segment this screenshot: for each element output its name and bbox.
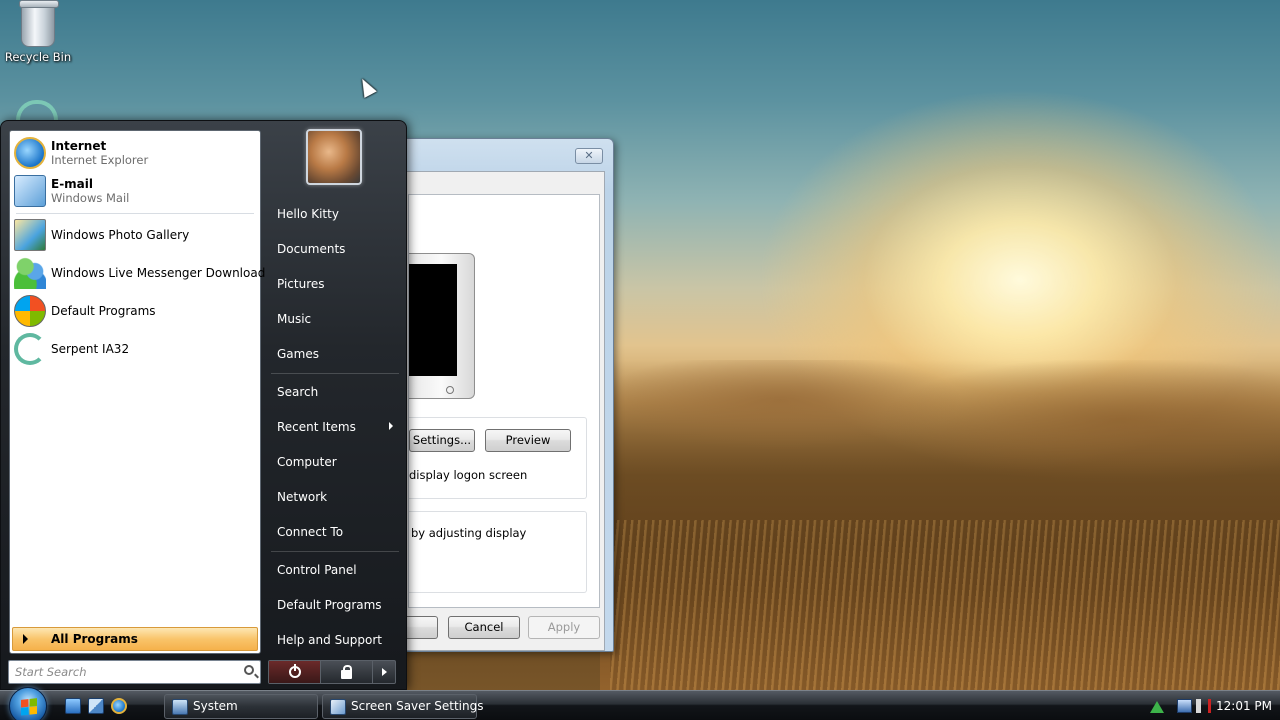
- right-item-network[interactable]: Network: [273, 482, 399, 512]
- power-icon: [289, 664, 301, 678]
- recent-program[interactable]: Default Programs: [14, 293, 258, 329]
- monitor-preview: [409, 253, 475, 399]
- taskbar: System Screen Saver Settings 12:01 PM: [0, 687, 1280, 720]
- shutdown-options-button[interactable]: [373, 661, 395, 683]
- power-button[interactable]: [269, 661, 321, 683]
- pinned-subtitle: Internet Explorer: [51, 153, 149, 167]
- recent-program[interactable]: Windows Live Messenger Download: [14, 255, 265, 291]
- programs-pane: Internet Internet Explorer E-mail Window…: [9, 130, 265, 654]
- search-icon[interactable]: [244, 665, 254, 675]
- power-management-group: by adjusting display: [409, 511, 587, 593]
- dialog-body: Settings... Preview display logon screen…: [401, 171, 605, 651]
- pinned-title: Internet: [51, 139, 107, 153]
- screen-saver-icon: [330, 699, 346, 715]
- right-item-computer[interactable]: Computer: [273, 447, 399, 477]
- start-search-input[interactable]: Start Search: [8, 660, 261, 684]
- screen-saver-group: Settings... Preview display logon screen: [409, 417, 587, 499]
- search-placeholder: Start Search: [15, 665, 87, 679]
- start-button[interactable]: [9, 687, 47, 720]
- taskbar-button-label: System: [193, 699, 238, 713]
- tab-panel: Settings... Preview display logon screen…: [408, 194, 600, 608]
- all-programs-button[interactable]: All Programs: [12, 627, 258, 651]
- messenger-icon: [14, 257, 46, 289]
- system-icon: [172, 699, 188, 715]
- program-label: Windows Live Messenger Download: [51, 266, 266, 280]
- ok-button[interactable]: [402, 616, 438, 639]
- submenu-arrow-icon: [389, 422, 393, 430]
- right-item-help-support[interactable]: Help and Support: [273, 625, 399, 655]
- serpent-desktop-icon[interactable]: [16, 100, 58, 122]
- recycle-bin-icon: [19, 0, 59, 47]
- triangle-right-icon: [23, 634, 28, 644]
- triangle-right-icon: [382, 668, 387, 676]
- mouse-cursor-icon: [356, 75, 377, 98]
- internet-explorer-icon[interactable]: [111, 698, 127, 714]
- logon-screen-text: display logon screen: [409, 468, 528, 482]
- recycle-bin-label: Recycle Bin: [4, 50, 72, 64]
- right-item-games[interactable]: Games: [273, 339, 399, 369]
- right-item-pictures[interactable]: Pictures: [273, 269, 399, 299]
- taskbar-button-screen-saver[interactable]: Screen Saver Settings: [322, 694, 484, 719]
- program-label: Serpent IA32: [51, 342, 130, 356]
- taskbar-button-label: Screen Saver Settings: [351, 699, 484, 713]
- pinned-separator: [16, 213, 254, 214]
- pinned-subtitle: Windows Mail: [51, 191, 130, 205]
- pinned-email[interactable]: E-mail Windows Mail: [14, 173, 258, 209]
- right-item-control-panel[interactable]: Control Panel: [273, 555, 399, 585]
- right-item-documents[interactable]: Documents: [273, 234, 399, 264]
- settings-button[interactable]: Settings...: [409, 429, 475, 452]
- program-label: Windows Photo Gallery: [51, 228, 190, 242]
- right-separator: [271, 551, 399, 552]
- cancel-button[interactable]: Cancel: [448, 616, 520, 639]
- screen-saver-settings-dialog: ✕ Settings... Preview display logon scre…: [392, 138, 614, 652]
- user-picture-icon[interactable]: [306, 129, 362, 185]
- security-icon[interactable]: [1150, 699, 1164, 713]
- network-icon[interactable]: [1177, 699, 1192, 713]
- recent-program[interactable]: Serpent IA32: [14, 331, 258, 367]
- volume-muted-icon[interactable]: [1196, 699, 1211, 713]
- pinned-internet[interactable]: Internet Internet Explorer: [14, 135, 258, 171]
- preview-screen: [409, 264, 457, 376]
- pinned-title: E-mail: [51, 177, 94, 191]
- right-item-default-programs[interactable]: Default Programs: [273, 590, 399, 620]
- monitor-power-icon: [446, 386, 454, 394]
- clock[interactable]: 12:01 PM: [1216, 691, 1272, 720]
- default-programs-icon: [14, 295, 46, 327]
- start-menu: Internet Internet Explorer E-mail Window…: [0, 120, 407, 690]
- right-item-recent-items[interactable]: Recent Items: [273, 412, 399, 442]
- power-text: by adjusting display: [411, 526, 527, 540]
- right-separator: [271, 373, 399, 374]
- right-item-music[interactable]: Music: [273, 304, 399, 334]
- lock-button[interactable]: [321, 661, 373, 683]
- switch-windows-icon[interactable]: [88, 698, 104, 714]
- recycle-bin-desktop-icon[interactable]: Recycle Bin: [0, 0, 76, 64]
- right-item-search[interactable]: Search: [273, 377, 399, 407]
- windows-logo-icon: [21, 698, 37, 716]
- program-label: Default Programs: [51, 304, 156, 318]
- photo-gallery-icon: [14, 219, 46, 251]
- lock-icon: [341, 665, 352, 679]
- taskbar-button-system[interactable]: System: [164, 694, 318, 719]
- internet-explorer-icon: [14, 137, 46, 169]
- right-item-connect-to[interactable]: Connect To: [273, 517, 399, 547]
- all-programs-label: All Programs: [51, 632, 138, 646]
- power-controls: [268, 660, 396, 684]
- show-desktop-icon[interactable]: [65, 698, 81, 714]
- wallpaper-grass: [610, 520, 1280, 690]
- close-button[interactable]: ✕: [575, 148, 603, 164]
- right-item-hello-kitty[interactable]: Hello Kitty: [273, 199, 399, 229]
- serpent-icon: [14, 333, 46, 365]
- recent-items-label: Recent Items: [277, 420, 356, 434]
- windows-mail-icon: [14, 175, 46, 207]
- apply-button[interactable]: Apply: [528, 616, 600, 639]
- recent-program[interactable]: Windows Photo Gallery: [14, 217, 258, 253]
- preview-button[interactable]: Preview: [485, 429, 571, 452]
